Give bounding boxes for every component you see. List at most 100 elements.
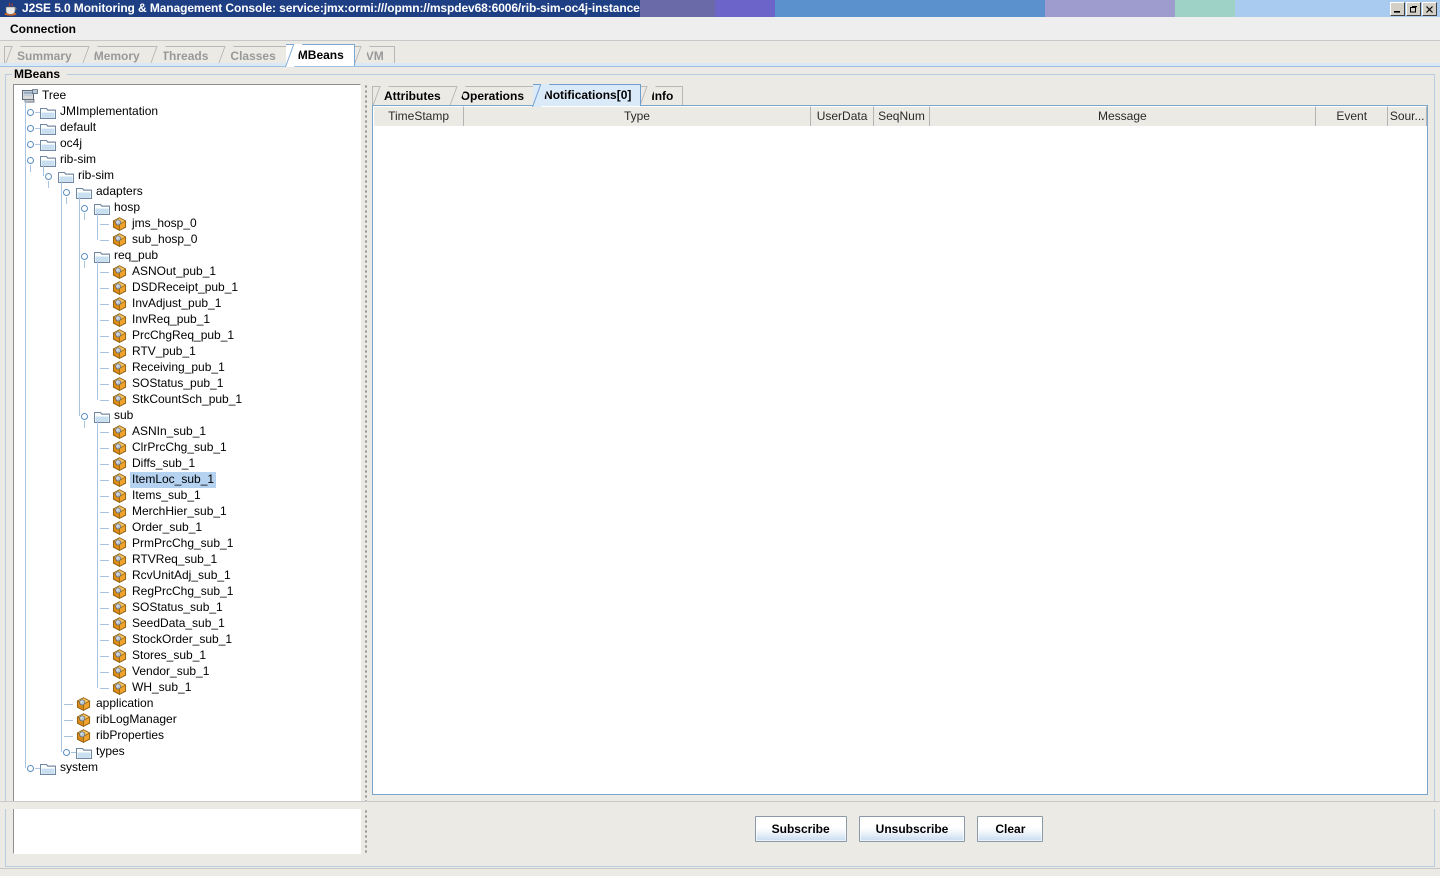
expand-toggle-icon[interactable]: [27, 141, 41, 148]
tree-mbean-node[interactable]: Stores_sub_1: [14, 648, 360, 664]
expand-toggle-icon[interactable]: [27, 765, 41, 772]
mbean-icon: [112, 537, 127, 551]
collapse-toggle-icon[interactable]: [63, 189, 70, 204]
tree-folder-node[interactable]: sub: [14, 408, 360, 428]
tree-mbean-node[interactable]: Diffs_sub_1: [14, 456, 360, 472]
menu-item-connection[interactable]: Connection: [6, 20, 80, 38]
tree-node-label: SeedData_sub_1: [132, 616, 225, 630]
tree-mbean-node[interactable]: ASNOut_pub_1: [14, 264, 360, 280]
column-header-label: TimeStamp: [388, 109, 450, 123]
tree-mbean-node[interactable]: StockOrder_sub_1: [14, 632, 360, 648]
detail-tab-notifications-0-[interactable]: Notifications[0]: [533, 84, 642, 106]
tree-mbean-node[interactable]: SOStatus_sub_1: [14, 600, 360, 616]
tree-connector: [100, 512, 109, 513]
notifications-table-body[interactable]: [373, 127, 1427, 794]
tree-mbean-node[interactable]: InvAdjust_pub_1: [14, 296, 360, 312]
tree-mbean-node[interactable]: ribLogManager: [14, 712, 360, 728]
mbean-icon: [112, 425, 127, 439]
expand-toggle-icon[interactable]: [27, 125, 41, 132]
status-strip-bottom: [0, 868, 1440, 876]
column-header-timestamp[interactable]: TimeStamp: [373, 106, 465, 126]
tree-folder-node[interactable]: rib-sim: [14, 152, 360, 172]
tree-folder-node[interactable]: adapters: [14, 184, 360, 204]
tree-mbean-node[interactable]: ItemLoc_sub_1: [14, 472, 360, 488]
column-header-sour-[interactable]: Sour...: [1388, 106, 1427, 126]
tree-node-label: Stores_sub_1: [132, 648, 207, 662]
detail-tab-info[interactable]: Info: [640, 86, 684, 106]
column-header-label: Sour...: [1389, 109, 1425, 123]
tree-mbean-node[interactable]: RTV_pub_1: [14, 344, 360, 360]
tree-mbean-node[interactable]: jms_hosp_0: [14, 216, 360, 232]
tree-mbean-node[interactable]: sub_hosp_0: [14, 232, 360, 248]
tree-mbean-node[interactable]: WH_sub_1: [14, 680, 360, 696]
expand-toggle-icon[interactable]: [27, 109, 41, 116]
tree-folder-node[interactable]: req_pub: [14, 248, 360, 268]
tree-vertical-connector: [61, 181, 62, 752]
tree-folder-node[interactable]: hosp: [14, 200, 360, 220]
folder-icon: [40, 106, 56, 119]
tree-mbean-node[interactable]: SOStatus_pub_1: [14, 376, 360, 392]
notifications-table[interactable]: TimeStamp Type UserData SeqNum Message Event S…: [372, 105, 1428, 795]
tree-folder-node[interactable]: system: [14, 760, 360, 776]
collapse-toggle-icon[interactable]: [81, 205, 88, 220]
minimize-button[interactable]: [1390, 2, 1405, 16]
tree-node-label: ItemLoc_sub_1: [130, 472, 217, 488]
clear-button[interactable]: Clear: [977, 816, 1044, 842]
tree-mbean-node[interactable]: StkCountSch_pub_1: [14, 392, 360, 408]
unsubscribe-button[interactable]: Unsubscribe: [858, 816, 966, 842]
tree-folder-node[interactable]: oc4j: [14, 136, 360, 152]
tree-folder-node[interactable]: types: [14, 744, 360, 760]
column-header-event[interactable]: Event: [1316, 106, 1389, 126]
tree-mbean-node[interactable]: ribProperties: [14, 728, 360, 744]
tree-mbean-node[interactable]: Order_sub_1: [14, 520, 360, 536]
mbean-icon: [112, 297, 127, 311]
tree-mbean-node[interactable]: PrcChgReq_pub_1: [14, 328, 360, 344]
detail-tab-label: Notifications[0]: [544, 88, 632, 102]
collapse-toggle-icon[interactable]: [45, 173, 52, 188]
expand-toggle-icon[interactable]: [63, 749, 77, 756]
tree-mbean-node[interactable]: application: [14, 696, 360, 712]
tree-root-node[interactable]: Tree: [14, 88, 360, 104]
column-header-seqnum[interactable]: SeqNum: [874, 106, 930, 126]
tree-node-label: req_pub: [114, 248, 159, 262]
close-button[interactable]: [1422, 2, 1437, 16]
split-pane-divider[interactable]: [362, 84, 370, 854]
tree-mbean-node[interactable]: RcvUnitAdj_sub_1: [14, 568, 360, 584]
column-header-label: UserData: [816, 109, 868, 123]
tree-mbean-node[interactable]: RTVReq_sub_1: [14, 552, 360, 568]
collapse-toggle-icon[interactable]: [27, 157, 34, 172]
column-header-type[interactable]: Type: [464, 106, 811, 126]
collapse-toggle-icon[interactable]: [81, 413, 88, 428]
maximize-button[interactable]: [1406, 2, 1421, 16]
detail-tab-operations[interactable]: Operations: [449, 86, 535, 106]
tree-mbean-node[interactable]: ASNIn_sub_1: [14, 424, 360, 440]
mbean-icon: [112, 329, 127, 343]
tree-folder-node[interactable]: default: [14, 120, 360, 136]
detail-tab-attributes[interactable]: Attributes: [372, 86, 451, 106]
tree-connector: [100, 432, 109, 433]
tree-connector: [100, 672, 109, 673]
tree-mbean-node[interactable]: Receiving_pub_1: [14, 360, 360, 376]
tree-mbean-node[interactable]: InvReq_pub_1: [14, 312, 360, 328]
tree-folder-node[interactable]: rib-sim: [14, 168, 360, 188]
column-header-userdata[interactable]: UserData: [810, 106, 875, 126]
tree-folder-node[interactable]: JMImplementation: [14, 104, 360, 120]
tree-mbean-node[interactable]: ClrPrcChg_sub_1: [14, 440, 360, 456]
collapse-toggle-icon[interactable]: [81, 253, 88, 268]
column-header-message[interactable]: Message: [929, 106, 1317, 126]
tree-node-label: default: [60, 120, 97, 134]
tree-mbean-node[interactable]: PrmPrcChg_sub_1: [14, 536, 360, 552]
tab-mbeans[interactable]: MBeans: [285, 44, 355, 66]
tree-node-label: hosp: [114, 200, 141, 214]
tree-connector: [100, 288, 109, 289]
tree-mbean-node[interactable]: SeedData_sub_1: [14, 616, 360, 632]
mbean-tree: Tree JMImplementation default oc4j rib-sim ri…: [14, 88, 360, 776]
subscribe-button[interactable]: Subscribe: [754, 816, 847, 842]
tree-node-label: SOStatus_sub_1: [132, 600, 223, 614]
tree-mbean-node[interactable]: DSDReceipt_pub_1: [14, 280, 360, 296]
tree-mbean-node[interactable]: RegPrcChg_sub_1: [14, 584, 360, 600]
tree-mbean-node[interactable]: Vendor_sub_1: [14, 664, 360, 680]
mbean-tree-panel[interactable]: Tree JMImplementation default oc4j rib-sim ri…: [13, 84, 361, 854]
tree-mbean-node[interactable]: MerchHier_sub_1: [14, 504, 360, 520]
tree-mbean-node[interactable]: Items_sub_1: [14, 488, 360, 504]
